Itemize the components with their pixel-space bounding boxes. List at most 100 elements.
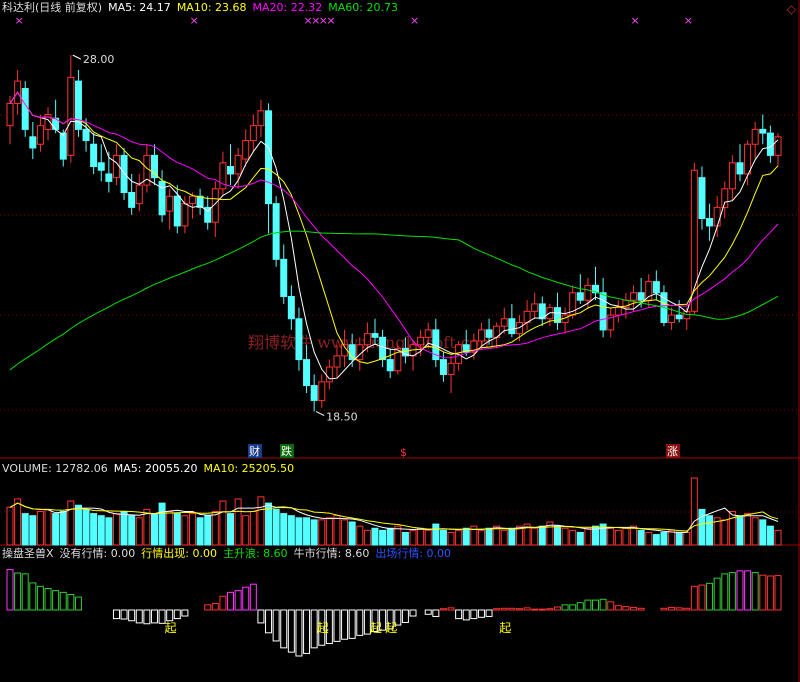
indicator-bar: [21, 573, 29, 611]
candle-body: [698, 177, 706, 220]
candle-body: [630, 292, 638, 301]
volume-bar: [295, 517, 303, 546]
volume-bar: [371, 527, 379, 546]
stock-chart-window: { "main_header": { "title": "科达利(日线 前复权)…: [0, 0, 800, 682]
volume-bar: [128, 515, 136, 546]
volume-bar: [736, 515, 744, 546]
candle-body: [439, 359, 447, 375]
indicator-bar: [234, 590, 242, 611]
candle-body: [280, 258, 288, 297]
volume-bar: [508, 527, 516, 546]
candle-body: [363, 333, 371, 346]
chart-canvas: 翔博软件 www.xiangbosoft.com28.0018.50× × ××××…: [0, 0, 800, 682]
qi-marker: 起: [317, 621, 329, 635]
volume-bar: [553, 525, 561, 546]
volume-bar: [310, 519, 318, 546]
volume-bar: [82, 508, 90, 546]
indicator-bar: [211, 603, 219, 611]
indicator-bar: [531, 608, 539, 611]
candle-body: [234, 154, 242, 175]
volume-bar: [766, 525, 774, 546]
volume-bar: [74, 504, 82, 546]
candle-body: [257, 110, 265, 127]
volume-bar: [584, 527, 592, 546]
candle-body: [713, 206, 721, 227]
volume-bar: [531, 527, 539, 546]
indicator-bar: [447, 607, 455, 611]
candle-body: [614, 307, 622, 316]
volume-bar: [576, 531, 584, 546]
candle-body: [652, 281, 660, 294]
candle-body: [531, 303, 539, 312]
volume-bar: [728, 511, 736, 546]
candle-body: [82, 128, 90, 142]
volume-bar: [439, 529, 447, 546]
indicator-bar: [668, 606, 676, 611]
indicator-bar: [14, 572, 22, 611]
candle-body: [242, 140, 250, 160]
volume-bar: [379, 529, 387, 546]
volume-bar: [166, 511, 174, 546]
volume-bar: [774, 529, 782, 546]
volume-bar: [6, 506, 14, 546]
candle-body: [736, 162, 744, 175]
indicator-bar: [29, 582, 37, 611]
candle-body: [150, 154, 158, 179]
indicator-bar: [52, 590, 60, 611]
cai-marker: 财: [249, 444, 260, 458]
volume-bar: [477, 529, 485, 546]
indicator-bar: [120, 609, 128, 620]
signal-cross-marker: ×: [631, 14, 640, 27]
candle-body: [668, 314, 676, 323]
indicator-bar: [493, 608, 501, 611]
volume-bar: [500, 529, 508, 546]
low-pointer: [315, 411, 325, 417]
candle-body: [333, 355, 341, 368]
candle-body: [128, 192, 136, 208]
indicator-bar: [74, 596, 82, 611]
volume-bar: [652, 534, 660, 546]
volume-bar: [287, 515, 295, 546]
qi-marker: 起: [165, 621, 177, 635]
volume-bar: [333, 515, 341, 546]
indicator-bar: [128, 609, 136, 622]
volume-bar: [29, 515, 37, 546]
indicator-bar: [143, 609, 151, 625]
volume-bar: [242, 515, 250, 546]
volume-bar: [485, 527, 493, 546]
indicator-bar: [303, 609, 311, 654]
candle-body: [379, 336, 387, 361]
volume-bar: [173, 513, 181, 546]
candle-body: [744, 143, 752, 175]
indicator-bar: [477, 609, 485, 618]
indicator-bar: [249, 583, 257, 611]
candle-body: [371, 333, 379, 338]
volume-bar: [561, 527, 569, 546]
volume-bar: [341, 519, 349, 546]
candle-body: [295, 318, 303, 361]
indicator-bar: [219, 595, 227, 611]
candle-body: [166, 195, 174, 212]
volume-bar: [455, 529, 463, 546]
indicator-bar: [744, 570, 752, 611]
indicator-bar: [584, 599, 592, 611]
candle-body: [135, 184, 143, 205]
indicator-bar: [728, 572, 736, 611]
indicator-bar: [553, 606, 561, 611]
volume-bar: [614, 529, 622, 546]
volume-bar: [645, 531, 653, 546]
volume-bar: [257, 496, 265, 546]
indicator-bar: [500, 607, 508, 611]
indicator-bar: [599, 598, 607, 611]
volume-bar: [401, 531, 409, 546]
candle-body: [310, 385, 318, 401]
volume-bar: [417, 527, 425, 546]
candle-body: [500, 318, 508, 327]
indicator-bar: [569, 604, 577, 611]
candle-body: [424, 329, 432, 338]
candle-body: [97, 162, 105, 171]
indicator-bar: [287, 609, 295, 653]
indicator-bar: [721, 573, 729, 611]
volume-bar: [325, 517, 333, 546]
indicator-bar: [660, 607, 668, 611]
